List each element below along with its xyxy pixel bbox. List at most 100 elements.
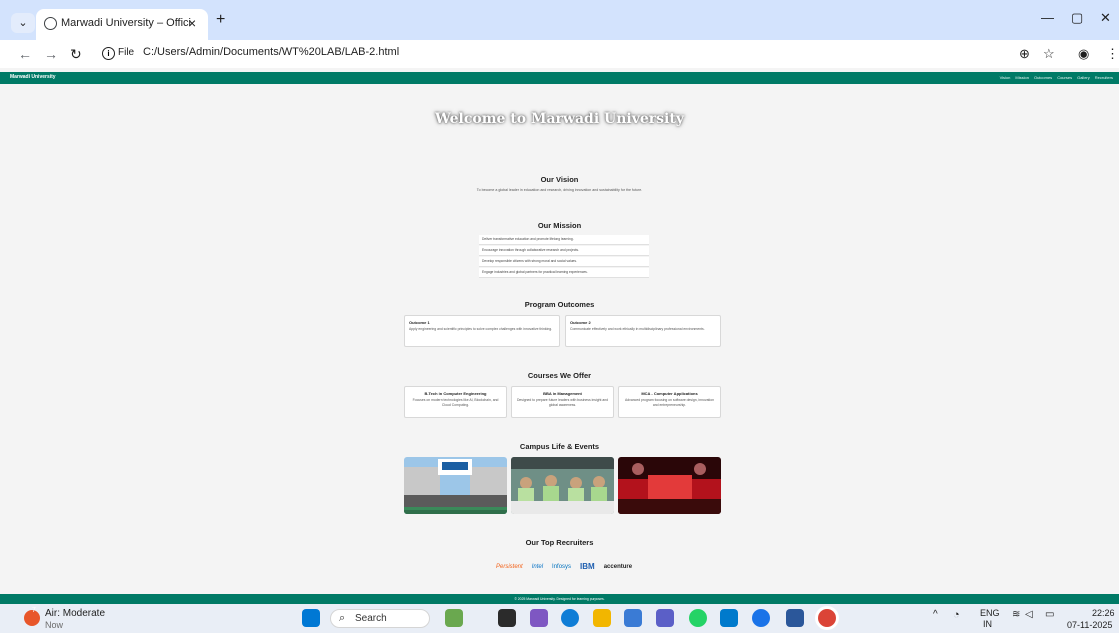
nav-link-gallery[interactable]: Gallery bbox=[1077, 75, 1090, 80]
mission-item: Engage industries and global partners fo… bbox=[479, 268, 649, 278]
campus-photo[interactable] bbox=[404, 457, 507, 514]
mission-item: Develop responsible citizens with strong… bbox=[479, 257, 649, 267]
restore-button[interactable]: ▢ bbox=[1071, 10, 1083, 26]
tab-search-button[interactable]: ⌄ bbox=[11, 13, 35, 33]
recruiters-title: Our Top Recruiters bbox=[525, 538, 594, 547]
browser-toolbar: ← → ↻ i File C:/Users/Admin/Documents/WT… bbox=[0, 40, 1119, 68]
profile-icon[interactable]: ◉ bbox=[1078, 46, 1089, 62]
persistent-logo: Persistent bbox=[496, 564, 523, 570]
chrome-icon[interactable] bbox=[818, 609, 836, 627]
weather-title[interactable]: Air: Moderate bbox=[45, 608, 105, 619]
nav-link-vision[interactable]: Vision bbox=[1000, 75, 1011, 80]
students-image bbox=[511, 457, 614, 514]
nav-link-outcomes[interactable]: Outcomes bbox=[1034, 75, 1052, 80]
widget-icon[interactable] bbox=[445, 609, 463, 627]
file-label: File bbox=[118, 47, 135, 58]
weather-subtitle: Now bbox=[45, 620, 64, 630]
event-stage-image bbox=[618, 457, 721, 514]
campus-building-image bbox=[404, 457, 507, 514]
outcome-card-title: Outcome 2 bbox=[570, 320, 591, 325]
web-page: Marwadi University Vision Mission Outcom… bbox=[0, 68, 1119, 604]
whatsapp-icon[interactable] bbox=[689, 609, 707, 627]
new-tab-button[interactable]: + bbox=[216, 11, 225, 29]
tab-strip: ⌄ Marwadi University – Official Si × + —… bbox=[0, 0, 1119, 40]
nav-link-recruiters[interactable]: Recruiters bbox=[1095, 75, 1113, 80]
bookmark-icon[interactable]: ☆ bbox=[1043, 46, 1055, 62]
course-card-text: Designed to prepare future leaders with … bbox=[516, 398, 609, 407]
word-icon[interactable] bbox=[786, 609, 804, 627]
site-brand[interactable]: Marwadi University bbox=[10, 74, 56, 80]
clock-time[interactable]: 22:26 bbox=[1092, 608, 1115, 618]
infosys-logo: Infosys bbox=[552, 564, 572, 570]
outcome-card-text: Communicate effectively and work ethical… bbox=[570, 327, 705, 331]
courses-title: Courses We Offer bbox=[527, 371, 592, 380]
close-tab-icon[interactable]: × bbox=[188, 15, 196, 31]
taskbar: 7 Air: Moderate Now ⌕ Search ^ ◔ ENG IN … bbox=[0, 604, 1119, 633]
search-icon: ⌕ bbox=[339, 612, 346, 624]
vscode-icon[interactable] bbox=[720, 609, 738, 627]
mission-item: Deliver transformative education and pro… bbox=[479, 235, 649, 245]
course-card-title: BBA in Management bbox=[543, 391, 582, 396]
forward-button[interactable]: → bbox=[44, 46, 58, 62]
course-card-text: Advanced program focusing on software de… bbox=[625, 398, 714, 407]
tray-chevron-icon[interactable]: ^ bbox=[933, 609, 938, 620]
accenture-logo: accenture bbox=[603, 564, 633, 570]
nav-link-courses[interactable]: Courses bbox=[1057, 75, 1072, 80]
start-icon[interactable] bbox=[302, 609, 320, 627]
mission-list: Deliver transformative education and pro… bbox=[479, 235, 649, 279]
file-explorer-icon[interactable] bbox=[593, 609, 611, 627]
course-card: BBA in Management Designed to prepare fu… bbox=[511, 386, 614, 418]
site-nav-links: Vision Mission Outcomes Courses Gallery … bbox=[1000, 75, 1113, 80]
copilot-icon[interactable] bbox=[530, 609, 548, 627]
gallery-title: Campus Life & Events bbox=[519, 442, 600, 451]
edge-icon[interactable] bbox=[561, 609, 579, 627]
course-card-title: MCA - Computer Applications bbox=[641, 391, 698, 396]
site-footer: © 2025 Marwadi University. Designed for … bbox=[0, 594, 1119, 604]
weather-badge: 7 bbox=[32, 607, 36, 614]
event-photo[interactable] bbox=[618, 457, 721, 514]
course-card: MCA - Computer Applications Advanced pro… bbox=[618, 386, 721, 418]
tab-title: Marwadi University – Official Si bbox=[61, 17, 191, 29]
url-text[interactable]: C:/Users/Admin/Documents/WT%20LAB/LAB-2.… bbox=[143, 46, 399, 58]
vision-text: To become a global leader in education a… bbox=[476, 188, 643, 192]
intel-logo: Intel bbox=[531, 564, 544, 570]
task-view-icon[interactable] bbox=[498, 609, 516, 627]
recruiter-logos: Persistent Intel Infosys IBM accenture bbox=[496, 558, 632, 576]
outcome-card-title: Outcome 1 bbox=[409, 320, 430, 325]
globe-icon bbox=[44, 17, 57, 30]
info-icon[interactable]: i bbox=[102, 47, 115, 60]
vision-title: Our Vision bbox=[540, 175, 579, 184]
reload-button[interactable]: ↻ bbox=[70, 46, 82, 63]
outcome-card-text: Apply engineering and scientific princip… bbox=[409, 327, 553, 331]
hero-title: Welcome to Marwadi University bbox=[435, 111, 684, 127]
teams-icon[interactable] bbox=[656, 609, 674, 627]
site-navbar: Marwadi University Vision Mission Outcom… bbox=[0, 72, 1119, 84]
close-window-button[interactable]: ✕ bbox=[1100, 10, 1111, 26]
outcome-card: Outcome 1 Apply engineering and scientif… bbox=[404, 315, 560, 347]
chrome-alt-icon[interactable] bbox=[752, 609, 770, 627]
minimize-button[interactable]: — bbox=[1041, 10, 1054, 25]
back-button[interactable]: ← bbox=[18, 46, 32, 62]
store-icon[interactable] bbox=[624, 609, 642, 627]
students-photo[interactable] bbox=[511, 457, 614, 514]
clock-date[interactable]: 07-11-2025 bbox=[1067, 620, 1112, 630]
mission-title: Our Mission bbox=[537, 221, 582, 230]
language-in[interactable]: IN bbox=[983, 619, 992, 629]
course-card-text: Focuses on modern technologies like AI, … bbox=[412, 398, 499, 407]
zoom-icon[interactable]: ⊕ bbox=[1019, 46, 1030, 62]
tray-app-icon[interactable]: ◔ bbox=[953, 609, 960, 621]
battery-icon[interactable]: ▭ bbox=[1045, 609, 1054, 620]
search-label: Search bbox=[355, 613, 387, 624]
nav-link-mission[interactable]: Mission bbox=[1015, 75, 1029, 80]
mission-item: Encourage innovation through collaborati… bbox=[479, 246, 649, 256]
taskbar-search[interactable]: ⌕ Search bbox=[330, 609, 430, 628]
browser-tab[interactable]: Marwadi University – Official Si × bbox=[36, 9, 208, 40]
volume-icon[interactable]: ◁ bbox=[1025, 609, 1033, 620]
outcomes-title: Program Outcomes bbox=[524, 300, 595, 309]
address-bar[interactable]: i File C:/Users/Admin/Documents/WT%20LAB… bbox=[94, 43, 1014, 65]
course-card-title: B.Tech in Computer Engineering bbox=[424, 391, 487, 396]
outcome-card: Outcome 2 Communicate effectively and wo… bbox=[565, 315, 721, 347]
menu-icon[interactable]: ⋮ bbox=[1106, 46, 1119, 62]
wifi-icon[interactable]: ≋ bbox=[1012, 609, 1020, 620]
language-eng[interactable]: ENG bbox=[980, 608, 1000, 618]
